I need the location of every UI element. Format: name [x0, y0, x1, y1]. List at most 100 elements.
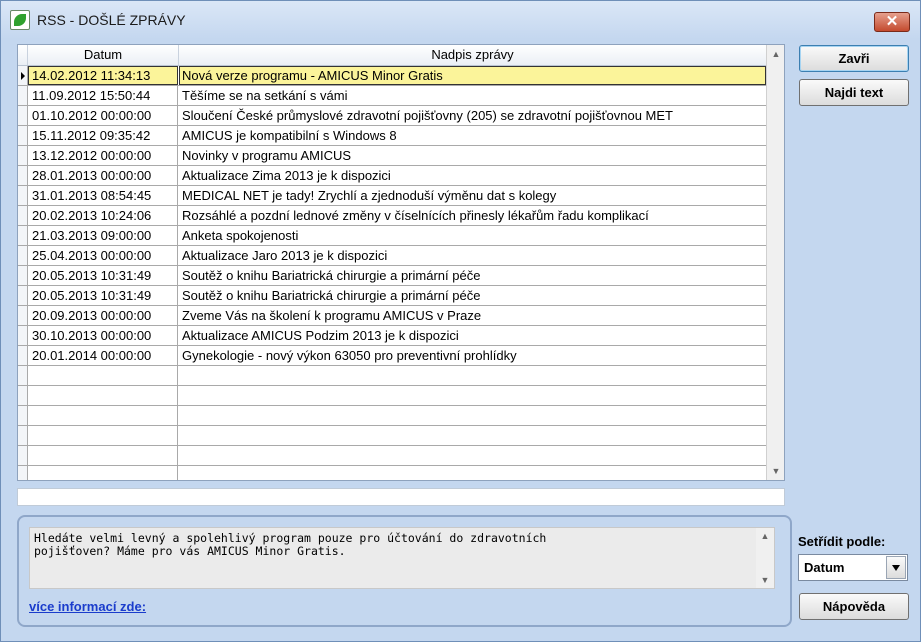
- table-row[interactable]: 14.02.2012 11:34:13 Nová verze programu -…: [18, 66, 766, 86]
- help-button[interactable]: Nápověda: [799, 593, 909, 620]
- row-title[interactable]: Soutěž o knihu Bariatrická chirurgie a p…: [179, 286, 766, 305]
- row-title[interactable]: [179, 366, 766, 385]
- row-indicator[interactable]: [18, 426, 28, 445]
- row-date[interactable]: [28, 446, 178, 465]
- row-indicator[interactable]: [18, 186, 28, 205]
- description-scrollbar[interactable]: ▲ ▼: [756, 528, 774, 588]
- row-indicator[interactable]: [18, 326, 28, 345]
- row-title[interactable]: Anketa spokojenosti: [179, 226, 766, 245]
- window-close-button[interactable]: ✕: [874, 12, 910, 32]
- table-row[interactable]: 20.05.2013 10:31:49 Soutěž o knihu Bariat…: [18, 266, 766, 286]
- scroll-up-icon[interactable]: ▲: [767, 45, 784, 63]
- row-date[interactable]: 11.09.2012 15:50:44: [28, 86, 178, 105]
- row-date[interactable]: 01.10.2012 00:00:00: [28, 106, 178, 125]
- table-row[interactable]: 28.01.2013 00:00:00 Aktualizace Zima 2013…: [18, 166, 766, 186]
- row-date[interactable]: 28.01.2013 00:00:00: [28, 166, 178, 185]
- description-scroll-down-icon[interactable]: ▼: [756, 572, 774, 588]
- row-date[interactable]: 20.05.2013 10:31:49: [28, 266, 178, 285]
- row-indicator[interactable]: [18, 206, 28, 225]
- row-date[interactable]: [28, 386, 178, 405]
- row-date[interactable]: 20.01.2014 00:00:00: [28, 346, 178, 365]
- row-date[interactable]: 20.09.2013 00:00:00: [28, 306, 178, 325]
- row-indicator[interactable]: [18, 66, 28, 85]
- row-date[interactable]: 21.03.2013 09:00:00: [28, 226, 178, 245]
- table-row[interactable]: [18, 386, 766, 406]
- row-date[interactable]: [28, 366, 178, 385]
- table-row[interactable]: [18, 466, 766, 480]
- table-row[interactable]: 13.12.2012 00:00:00 Novinky v programu AM…: [18, 146, 766, 166]
- row-indicator[interactable]: [18, 126, 28, 145]
- row-title[interactable]: [179, 386, 766, 405]
- row-indicator[interactable]: [18, 86, 28, 105]
- sort-select[interactable]: Datum: [798, 554, 908, 581]
- table-row[interactable]: 21.03.2013 09:00:00 Anketa spokojenosti: [18, 226, 766, 246]
- row-indicator[interactable]: [18, 346, 28, 365]
- column-header-date[interactable]: Datum: [28, 45, 179, 65]
- row-indicator[interactable]: [18, 106, 28, 125]
- grid-scrollbar[interactable]: ▲ ▼: [766, 45, 784, 480]
- row-indicator[interactable]: [18, 406, 28, 425]
- scroll-down-icon[interactable]: ▼: [767, 462, 784, 480]
- column-header-title[interactable]: Nadpis zprávy: [179, 45, 767, 65]
- row-date[interactable]: 31.01.2013 08:54:45: [28, 186, 178, 205]
- row-indicator[interactable]: [18, 246, 28, 265]
- row-title[interactable]: [179, 406, 766, 425]
- table-row[interactable]: 25.04.2013 00:00:00 Aktualizace Jaro 2013…: [18, 246, 766, 266]
- table-row[interactable]: [18, 406, 766, 426]
- row-title[interactable]: Nová verze programu - AMICUS Minor Grati…: [179, 66, 766, 85]
- row-indicator[interactable]: [18, 386, 28, 405]
- row-title[interactable]: Soutěž o knihu Bariatrická chirurgie a p…: [179, 266, 766, 285]
- messages-grid[interactable]: Datum Nadpis zprávy 14.02.2012 11:34:13 N…: [17, 44, 785, 481]
- row-title[interactable]: [179, 466, 766, 480]
- table-row[interactable]: 31.01.2013 08:54:45 MEDICAL NET je tady! …: [18, 186, 766, 206]
- table-row[interactable]: 11.09.2012 15:50:44 Těšíme se na setkání …: [18, 86, 766, 106]
- description-box[interactable]: Hledáte velmi levný a spolehlivý program…: [29, 527, 775, 589]
- row-date[interactable]: 14.02.2012 11:34:13: [28, 66, 178, 85]
- row-title[interactable]: Gynekologie - nový výkon 63050 pro preve…: [179, 346, 766, 365]
- row-indicator[interactable]: [18, 166, 28, 185]
- row-title[interactable]: Zveme Vás na školení k programu AMICUS v…: [179, 306, 766, 325]
- table-row[interactable]: 20.02.2013 10:24:06 Rozsáhlé a pozdní led…: [18, 206, 766, 226]
- table-row[interactable]: [18, 426, 766, 446]
- table-row[interactable]: 01.10.2012 00:00:00 Sloučení České průmys…: [18, 106, 766, 126]
- close-button[interactable]: Zavři: [799, 45, 909, 72]
- row-date[interactable]: [28, 466, 178, 480]
- row-date[interactable]: 20.02.2013 10:24:06: [28, 206, 178, 225]
- row-title[interactable]: Těšíme se na setkání s vámi: [179, 86, 766, 105]
- table-row[interactable]: 20.01.2014 00:00:00 Gynekologie - nový vý…: [18, 346, 766, 366]
- row-title[interactable]: Sloučení České průmyslové zdravotní poji…: [179, 106, 766, 125]
- row-indicator[interactable]: [18, 446, 28, 465]
- row-title[interactable]: Aktualizace AMICUS Podzim 2013 je k disp…: [179, 326, 766, 345]
- table-row[interactable]: [18, 366, 766, 386]
- row-title[interactable]: MEDICAL NET je tady! Zrychlí a zjednoduš…: [179, 186, 766, 205]
- description-scroll-up-icon[interactable]: ▲: [756, 528, 774, 544]
- row-title[interactable]: Rozsáhlé a pozdní lednové změny v číseln…: [179, 206, 766, 225]
- row-date[interactable]: 30.10.2013 00:00:00: [28, 326, 178, 345]
- row-indicator[interactable]: [18, 226, 28, 245]
- table-row[interactable]: 15.11.2012 09:35:42 AMICUS je kompatibiln…: [18, 126, 766, 146]
- row-title[interactable]: AMICUS je kompatibilní s Windows 8: [179, 126, 766, 145]
- table-row[interactable]: 30.10.2013 00:00:00 Aktualizace AMICUS Po…: [18, 326, 766, 346]
- chevron-down-icon[interactable]: [886, 556, 906, 579]
- row-title[interactable]: Aktualizace Zima 2013 je k dispozici: [179, 166, 766, 185]
- row-date[interactable]: 20.05.2013 10:31:49: [28, 286, 178, 305]
- row-date[interactable]: 25.04.2013 00:00:00: [28, 246, 178, 265]
- row-title[interactable]: Novinky v programu AMICUS: [179, 146, 766, 165]
- table-row[interactable]: 20.05.2013 10:31:49 Soutěž o knihu Bariat…: [18, 286, 766, 306]
- row-date[interactable]: 15.11.2012 09:35:42: [28, 126, 178, 145]
- row-date[interactable]: [28, 426, 178, 445]
- row-indicator[interactable]: [18, 466, 28, 480]
- row-title[interactable]: [179, 426, 766, 445]
- row-indicator[interactable]: [18, 366, 28, 385]
- row-indicator[interactable]: [18, 266, 28, 285]
- table-row[interactable]: [18, 446, 766, 466]
- row-indicator[interactable]: [18, 146, 28, 165]
- more-info-link[interactable]: více informací zde:: [29, 599, 146, 614]
- row-indicator[interactable]: [18, 306, 28, 325]
- row-indicator[interactable]: [18, 286, 28, 305]
- row-title[interactable]: [179, 446, 766, 465]
- find-text-button[interactable]: Najdi text: [799, 79, 909, 106]
- row-date[interactable]: 13.12.2012 00:00:00: [28, 146, 178, 165]
- row-date[interactable]: [28, 406, 178, 425]
- table-row[interactable]: 20.09.2013 00:00:00 Zveme Vás na školení …: [18, 306, 766, 326]
